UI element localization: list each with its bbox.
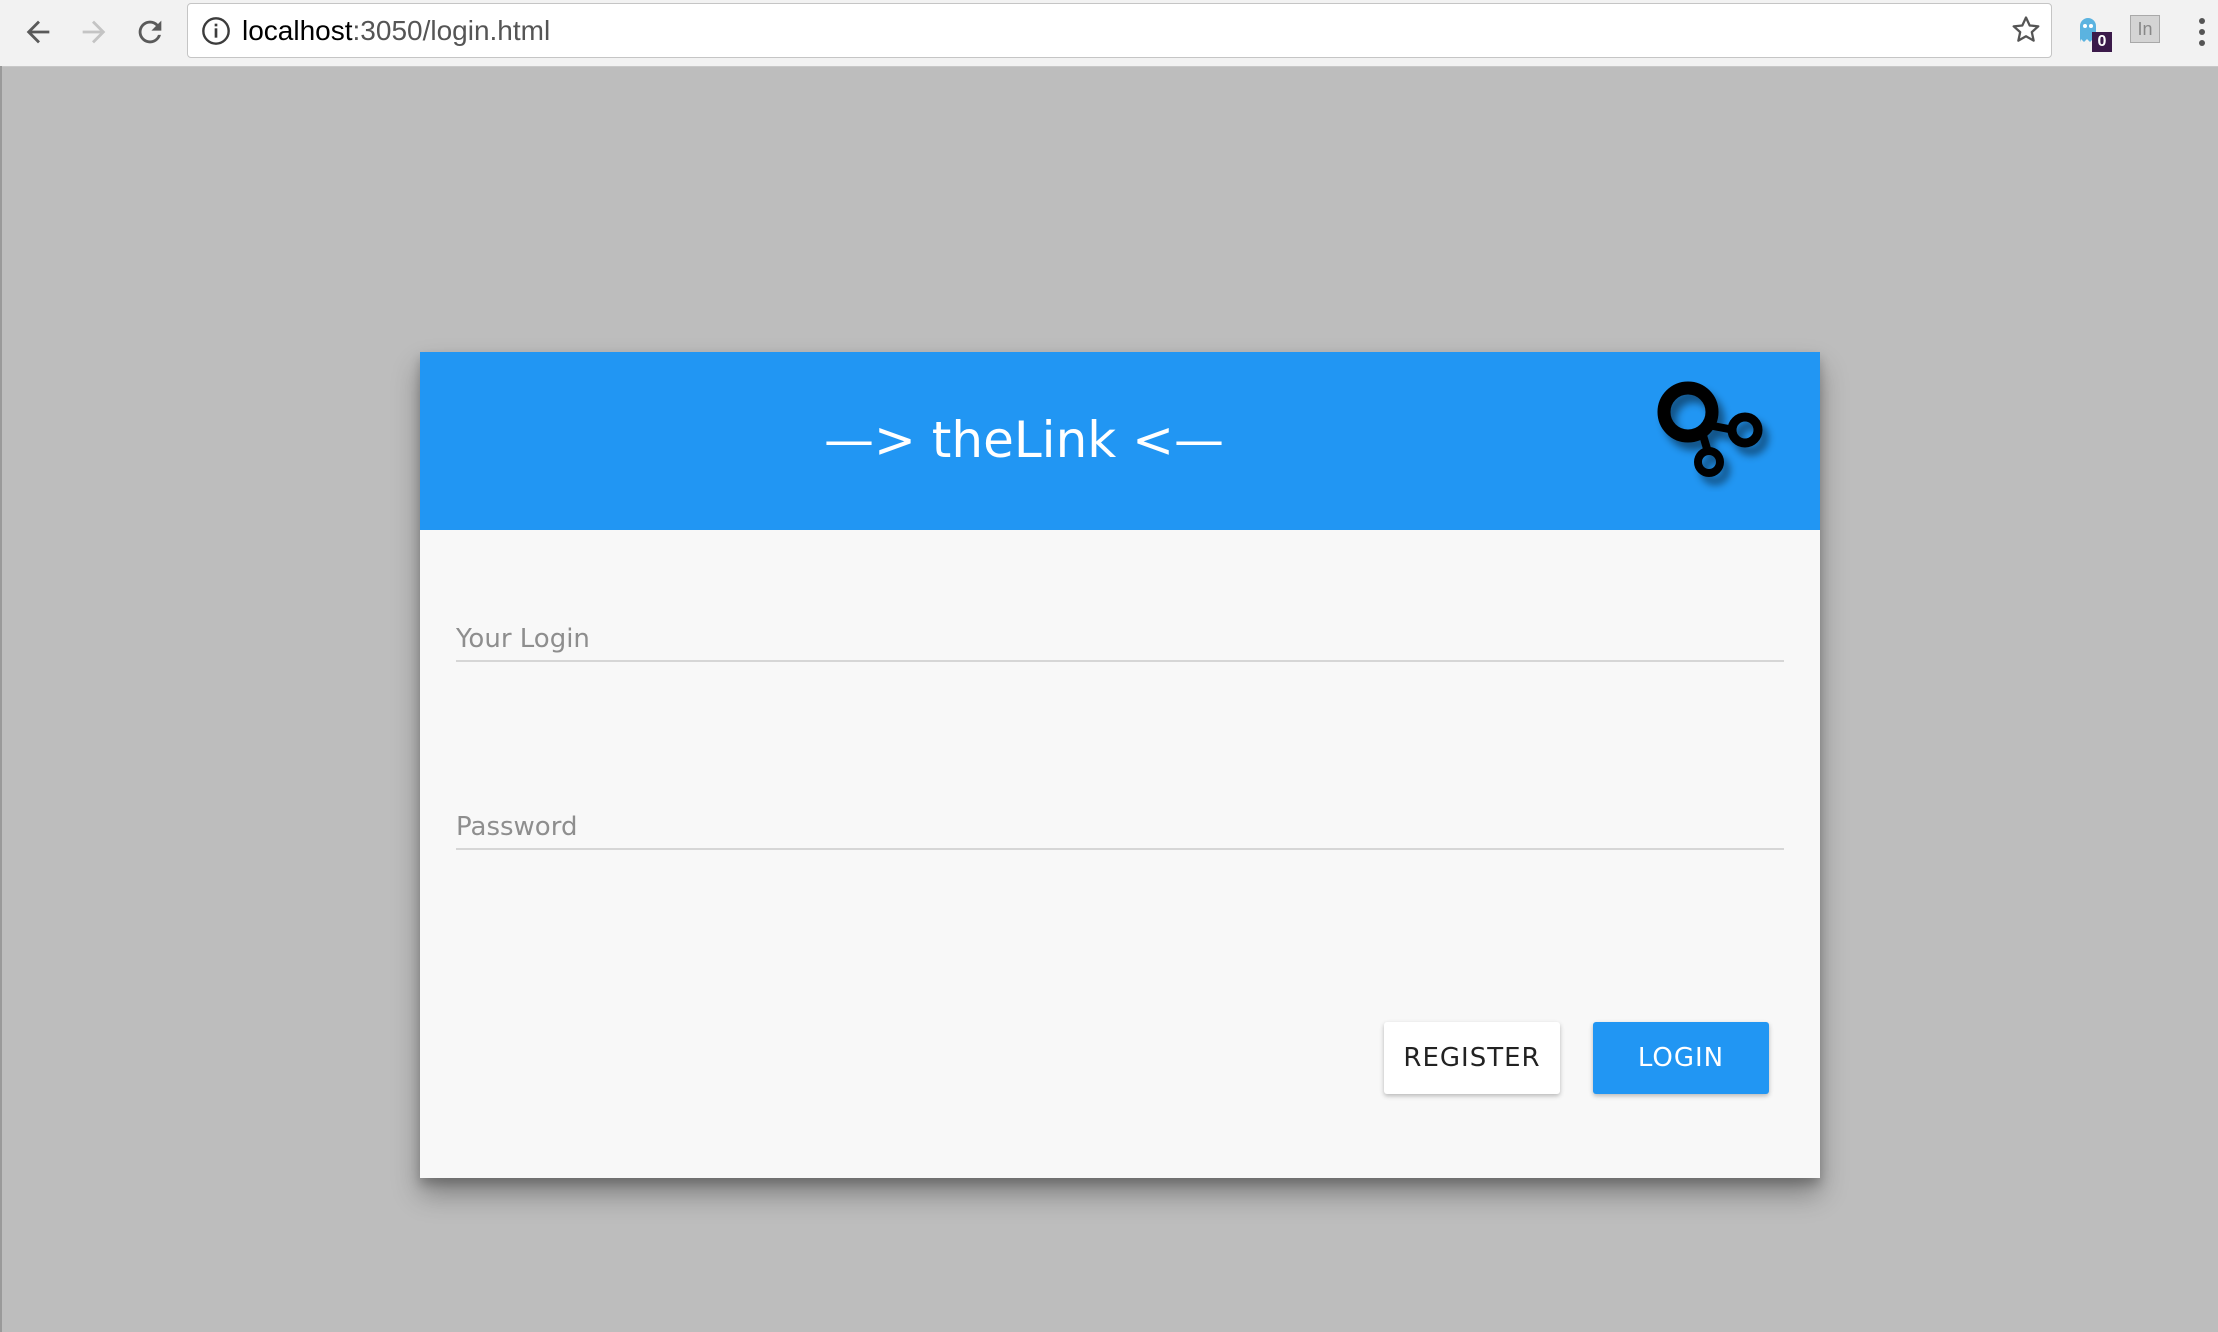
card-header: —> theLink <— bbox=[420, 352, 1820, 530]
login-card: —> theLink <— REGISTER LOGIN bbox=[420, 352, 1820, 1178]
login-input[interactable] bbox=[456, 624, 1784, 654]
login-field bbox=[456, 600, 1784, 662]
address-bar[interactable]: localhost:3050/login.html bbox=[187, 3, 2052, 58]
linkedin-extension-button[interactable]: In bbox=[2130, 15, 2160, 43]
back-arrow-icon bbox=[26, 20, 50, 44]
star-icon[interactable] bbox=[2009, 13, 2043, 47]
browser-toolbar: localhost:3050/login.html 0 In bbox=[0, 0, 2218, 67]
forward-button[interactable] bbox=[72, 10, 116, 54]
window-edge bbox=[0, 66, 2, 1332]
password-input[interactable] bbox=[456, 812, 1784, 842]
info-icon[interactable] bbox=[200, 15, 232, 47]
url-text[interactable]: localhost:3050/login.html bbox=[242, 15, 550, 47]
url-path: :3050/login.html bbox=[352, 15, 551, 46]
reload-button[interactable] bbox=[128, 10, 172, 54]
forward-arrow-icon bbox=[82, 20, 106, 44]
ghost-extension-button[interactable]: 0 bbox=[2074, 12, 2114, 52]
url-host: localhost bbox=[242, 15, 353, 46]
password-field bbox=[456, 788, 1784, 850]
register-button[interactable]: REGISTER bbox=[1384, 1022, 1560, 1094]
back-button[interactable] bbox=[16, 10, 60, 54]
reload-icon bbox=[138, 20, 162, 44]
menu-dots-icon[interactable] bbox=[2192, 14, 2212, 50]
extension-badge: 0 bbox=[2092, 32, 2112, 52]
login-button[interactable]: LOGIN bbox=[1593, 1022, 1769, 1094]
link-logo-icon bbox=[1657, 381, 1763, 477]
app-title: —> theLink <— bbox=[823, 411, 1225, 469]
